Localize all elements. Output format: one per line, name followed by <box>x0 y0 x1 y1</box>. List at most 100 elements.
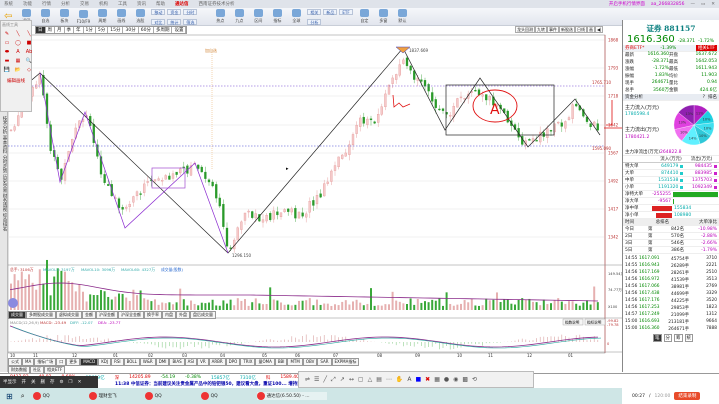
indicator-tab[interactable]: RSI <box>111 358 124 366</box>
close-button[interactable]: ✕ <box>711 2 715 7</box>
drawing-tool-button[interactable]: △ <box>368 376 373 383</box>
tick-tab[interactable]: 筹 <box>674 334 683 342</box>
macd-button[interactable]: 指标说明 <box>587 320 602 325</box>
net-flow-row: 净中单 155834 <box>623 205 719 212</box>
drawing-tool-button[interactable]: ■ <box>415 376 421 383</box>
max-button[interactable]: ▭ <box>701 2 705 7</box>
indicator-tab[interactable]: BOLL <box>123 358 140 366</box>
taskbar-app[interactable]: QQ <box>32 392 81 400</box>
draw-tool-icon[interactable]: ╲ <box>25 31 33 38</box>
edit-drawing-button[interactable]: 编辑画线 <box>1 78 31 84</box>
tick-tab[interactable]: 统 <box>684 334 693 342</box>
indicator-tab[interactable]: DPO <box>225 358 241 366</box>
drawing-tool-button[interactable]: ▩ <box>462 376 468 383</box>
indicator-tab[interactable]: VR <box>197 358 209 366</box>
float-bar-button[interactable]: 开 <box>22 379 27 385</box>
draw-tool-icon[interactable]: ✎ <box>3 31 11 38</box>
volume-tab[interactable]: 沪深金额 <box>96 311 118 319</box>
draw-tool-icon[interactable]: ■ <box>25 40 33 47</box>
search-icon[interactable]: ⌕ <box>21 392 25 401</box>
draw-tool-icon[interactable]: A <box>14 49 22 56</box>
taskbar-app[interactable]: 通达信(6.50.50) - ... <box>256 392 327 400</box>
taskbar-app[interactable]: QQ <box>144 392 193 400</box>
draw-tool-icon[interactable]: ◇ <box>25 67 33 74</box>
draw-tool-icon[interactable]: ▬ <box>3 58 11 65</box>
fund-help-button[interactable]: ? <box>703 95 705 100</box>
taskbar-app[interactable]: QQ <box>200 392 249 400</box>
draw-tool-icon[interactable]: ⬬ <box>3 49 11 56</box>
drawing-tool-button[interactable]: ◉ <box>453 376 458 383</box>
indicator-tab[interactable]: ARBR <box>208 358 226 366</box>
volume-tab[interactable]: 换手率 <box>144 311 162 319</box>
draw-tool-icon[interactable]: Ab <box>25 49 33 56</box>
indicator-tab[interactable]: ASI <box>184 358 198 366</box>
indicator-tab[interactable]: 量OMA <box>255 358 275 366</box>
drawing-tool-button[interactable]: ⤢ <box>331 376 336 384</box>
drawing-tool-button[interactable]: ▦ <box>434 376 440 383</box>
etf-badge[interactable]: 相关ETF <box>695 45 717 51</box>
drawing-tool-button[interactable]: ✖ <box>425 376 430 383</box>
indicator-tab[interactable]: EXPMA指标 <box>331 358 360 366</box>
float-bar-button[interactable]: ❐ <box>69 380 73 385</box>
indicator-tab[interactable]: BBI <box>274 358 288 366</box>
volume-tab[interactable]: 多期股成交量 <box>26 311 56 319</box>
volume-tab[interactable]: 盘后成交量 <box>190 311 216 319</box>
indicator-tab[interactable]: BIAS <box>169 358 185 366</box>
taskbar-app[interactable]: 理财宝飞 <box>88 392 137 400</box>
draw-tool-icon[interactable]: ◯ <box>14 40 22 47</box>
drawing-tool-button[interactable]: ☰ <box>314 376 319 383</box>
indicator-tab[interactable]: OBV <box>302 358 318 366</box>
indicator-tab[interactable]: KDJ <box>98 358 112 366</box>
etf-name[interactable]: 券商ETF* <box>625 45 660 51</box>
indicator-tab[interactable]: W&R <box>139 358 156 366</box>
indicator-tab[interactable]: 指标广场 <box>34 358 57 366</box>
drawing-tool-button[interactable]: ▢ <box>358 376 364 383</box>
draw-tool-icon[interactable]: ▦ <box>14 58 22 65</box>
stop-recording-button[interactable]: 结束录制 <box>674 392 701 400</box>
indicator-tab[interactable]: DMI <box>155 358 170 366</box>
drawing-tool-button[interactable]: ⇌ <box>305 376 310 383</box>
indicator-tab[interactable]: TRIX <box>240 358 256 366</box>
draw-tool-icon[interactable]: 🔍 <box>25 58 33 65</box>
indicator-tab[interactable]: 公式 <box>8 358 22 366</box>
macd-button[interactable]: 指数说明 <box>565 320 580 325</box>
flow-type: 小单 <box>625 185 634 190</box>
drawing-tool-button[interactable]: ╱ <box>323 376 327 383</box>
draw-tool-icon[interactable]: ╲ <box>14 31 22 38</box>
float-bar-button[interactable]: 半显示 <box>3 379 17 385</box>
volume-tab[interactable]: 成交量 <box>8 311 26 319</box>
drawing-tool-button[interactable]: ⟲ <box>472 376 477 383</box>
float-bar-button[interactable]: ✕ <box>78 380 82 385</box>
indicator-tab[interactable]: MACD <box>80 358 99 366</box>
indicator-tab[interactable]: 更多 <box>66 358 81 366</box>
tick-tab[interactable]: 分 <box>663 334 672 342</box>
drawing-tool-button[interactable]: ↔ <box>349 376 354 383</box>
left-vertical-tabs[interactable]: 技术分析 基本资料 分时走势 历史交易 财务透视 综合排名 <box>0 112 8 372</box>
windows-start-icon[interactable]: ⊞ <box>6 392 13 401</box>
indicator-tab[interactable]: SAR <box>317 358 332 366</box>
float-bar-button[interactable]: ⚙ <box>60 380 64 385</box>
drawing-tool-button[interactable]: ▤ <box>376 376 382 383</box>
volume-tab[interactable]: 内盘 <box>162 311 176 319</box>
drawing-tool-button[interactable]: ⋯ <box>386 376 392 383</box>
drawing-tool-button[interactable]: ● <box>444 376 449 383</box>
draw-tool-icon[interactable]: ▭ <box>3 40 11 47</box>
indicator-tab[interactable]: MTM <box>287 358 303 366</box>
min-button[interactable]: — <box>690 2 695 7</box>
drawing-tool-button[interactable]: ✋ <box>396 376 403 383</box>
float-bar-button[interactable]: 删 <box>41 379 46 385</box>
draw-tool-icon[interactable]: 📂 <box>14 67 22 74</box>
drawing-tool-button[interactable]: A <box>407 376 411 383</box>
indicator-tab[interactable]: 口 <box>56 358 67 366</box>
volume-tab[interactable]: 外盘 <box>176 311 190 319</box>
fund-rank-button[interactable]: 排名 <box>708 94 717 100</box>
volume-tab[interactable]: 金额 <box>82 311 96 319</box>
volume-tab[interactable]: 沪深全金额 <box>118 311 144 319</box>
volume-tab[interactable]: 虚拟成交量 <box>56 311 82 319</box>
indicator-tab[interactable]: MA <box>22 358 35 366</box>
drawing-tool-button[interactable]: ↗ <box>340 376 345 383</box>
draw-tool-icon[interactable]: 💾 <box>3 67 11 74</box>
float-bar-button[interactable]: 关 <box>31 379 36 385</box>
tick-tab[interactable]: 笔 <box>653 334 662 342</box>
float-bar-button[interactable]: 存 <box>50 379 55 385</box>
